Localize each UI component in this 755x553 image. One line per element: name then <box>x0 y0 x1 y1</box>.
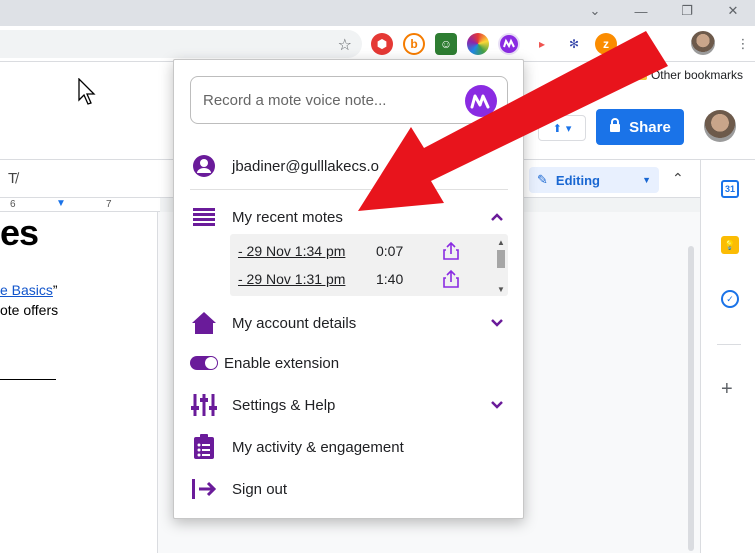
user-circle-icon <box>190 152 218 180</box>
editing-mode-dropdown[interactable]: ✎ Editing ▼ <box>529 167 659 193</box>
side-panel: 31 💡 ✓ + <box>700 160 755 553</box>
enable-extension-label: Enable extension <box>224 354 340 372</box>
b-extension-icon[interactable]: b <box>403 33 425 55</box>
chevron-down-icon <box>490 315 504 332</box>
browser-toolbar: ☆ ⬢ b ☺ ▸ ✻ z ✦ ⋮ <box>0 26 755 62</box>
browser-titlebar: ⌄ — ❐ ✕ <box>0 0 755 26</box>
mote-extension-popup: Record a mote voice note... jbadiner@gul… <box>173 59 524 519</box>
record-voice-note-input[interactable]: Record a mote voice note... <box>190 76 508 124</box>
sign-out-link[interactable]: Sign out <box>190 473 508 505</box>
record-placeholder: Record a mote voice note... <box>203 91 387 109</box>
chevron-down-icon <box>490 397 504 414</box>
collapse-menus-icon[interactable]: ⌃ <box>672 170 684 187</box>
snowflake-extension-icon[interactable]: ✻ <box>563 33 585 55</box>
horizontal-rule <box>0 379 56 380</box>
address-bar[interactable]: ☆ <box>0 30 362 58</box>
recent-motes-list: - 29 Nov 1:34 pm 0:07 - 29 Nov 1:31 pm 1… <box>230 234 508 296</box>
scroll-down-icon[interactable]: ▼ <box>497 285 505 294</box>
account-row: jbadiner@gulllakecs.o <box>190 150 508 182</box>
settings-help-toggle[interactable]: Settings & Help <box>190 389 508 421</box>
ruler: 6 ▼ 7 <box>0 198 160 212</box>
docs-avatar[interactable] <box>704 110 736 142</box>
recent-motes-toggle[interactable]: My recent motes <box>190 201 508 233</box>
tasks-icon[interactable]: ✓ <box>721 290 739 308</box>
tab-search-icon[interactable]: ⌄ <box>578 0 612 22</box>
document-body: e Basics” ote offers <box>0 280 58 320</box>
body-text: ote offers <box>0 302 59 318</box>
share-label: Share <box>629 118 671 136</box>
chevron-down-icon: ▾ <box>565 122 572 135</box>
puzzle-extension-icon[interactable]: ✦ <box>627 33 649 55</box>
present-icon: ⬆ <box>552 122 562 135</box>
home-icon <box>190 309 218 337</box>
indent-marker-icon[interactable]: ▼ <box>56 198 66 209</box>
list-item: - 29 Nov 1:34 pm 0:07 <box>238 239 498 263</box>
enable-extension-toggle[interactable] <box>190 356 218 370</box>
calendar-icon[interactable]: 31 <box>721 180 739 198</box>
scrollbar-thumb[interactable] <box>688 246 694 551</box>
clear-formatting-icon[interactable]: T̸ <box>8 170 17 187</box>
sliders-icon <box>190 391 218 419</box>
mote-logo-icon[interactable] <box>465 85 497 117</box>
sign-out-icon <box>190 475 218 503</box>
scrollbar-thumb[interactable] <box>497 250 505 268</box>
body-text: ” <box>52 282 58 298</box>
account-email: jbadiner@gulllakecs.o <box>232 157 379 175</box>
share-icon[interactable] <box>442 241 462 261</box>
zz-extension-icon[interactable]: z <box>595 33 617 55</box>
mote-link[interactable]: - 29 Nov 1:31 pm <box>238 271 376 287</box>
bookmark-star-icon[interactable]: ☆ <box>338 35 352 55</box>
list-icon <box>190 203 218 231</box>
keep-icon[interactable]: 💡 <box>721 236 739 254</box>
editing-label: Editing <box>555 172 600 188</box>
mote-duration: 0:07 <box>376 243 404 259</box>
other-bookmarks[interactable]: Other bookmarks <box>651 68 743 82</box>
settings-help-label: Settings & Help <box>232 396 336 414</box>
share-button[interactable]: Share <box>596 109 684 145</box>
recent-motes-label: My recent motes <box>232 208 343 226</box>
pencil-icon: ✎ <box>537 172 548 187</box>
mote-extension-icon[interactable] <box>498 33 520 55</box>
document-heading: es <box>0 212 39 253</box>
sign-out-label: Sign out <box>232 480 288 498</box>
activity-label: My activity & engagement <box>232 438 404 456</box>
chevron-down-icon: ▼ <box>642 175 651 185</box>
present-button[interactable]: ⬆ ▾ <box>538 115 586 141</box>
mote-link[interactable]: - 29 Nov 1:34 pm <box>238 243 376 259</box>
close-window-button[interactable]: ✕ <box>716 0 750 22</box>
profile-avatar[interactable] <box>691 31 715 55</box>
share-icon[interactable] <box>442 269 462 289</box>
dash-extension-icon[interactable]: ▸ <box>531 33 553 55</box>
ublock-extension-icon[interactable]: ⬢ <box>371 33 393 55</box>
ruler-mark: 6 <box>10 199 16 210</box>
document-page[interactable]: es e Basics” ote offers <box>0 212 158 553</box>
ruler-mark: 7 <box>106 199 112 210</box>
scrollbar[interactable] <box>684 212 698 553</box>
mote-duration: 1:40 <box>376 271 404 287</box>
clipboard-icon <box>190 433 218 461</box>
grammar-extension-icon[interactable]: ☺ <box>435 33 457 55</box>
account-details-label: My account details <box>232 314 357 332</box>
document-link[interactable]: e Basics <box>0 282 53 298</box>
chrome-menu-icon[interactable]: ⋮ <box>726 33 755 55</box>
motes-scrollbar[interactable]: ▲ ▼ <box>494 234 508 296</box>
scroll-up-icon[interactable]: ▲ <box>497 238 505 247</box>
enable-extension-row: Enable extension <box>190 347 508 379</box>
list-item: - 29 Nov 1:31 pm 1:40 <box>238 267 498 291</box>
chevron-up-icon <box>490 209 504 226</box>
restore-button[interactable]: ❐ <box>670 0 704 22</box>
minimize-button[interactable]: — <box>624 0 658 22</box>
divider <box>717 344 741 345</box>
color-extension-icon[interactable] <box>467 33 489 55</box>
mouse-cursor-icon <box>78 78 96 105</box>
activity-engagement-link[interactable]: My activity & engagement <box>190 431 508 463</box>
folder-icon <box>633 70 647 80</box>
account-details-toggle[interactable]: My account details <box>190 307 508 339</box>
add-addon-icon[interactable]: + <box>721 378 733 401</box>
lock-icon <box>609 118 621 136</box>
divider <box>190 189 508 190</box>
